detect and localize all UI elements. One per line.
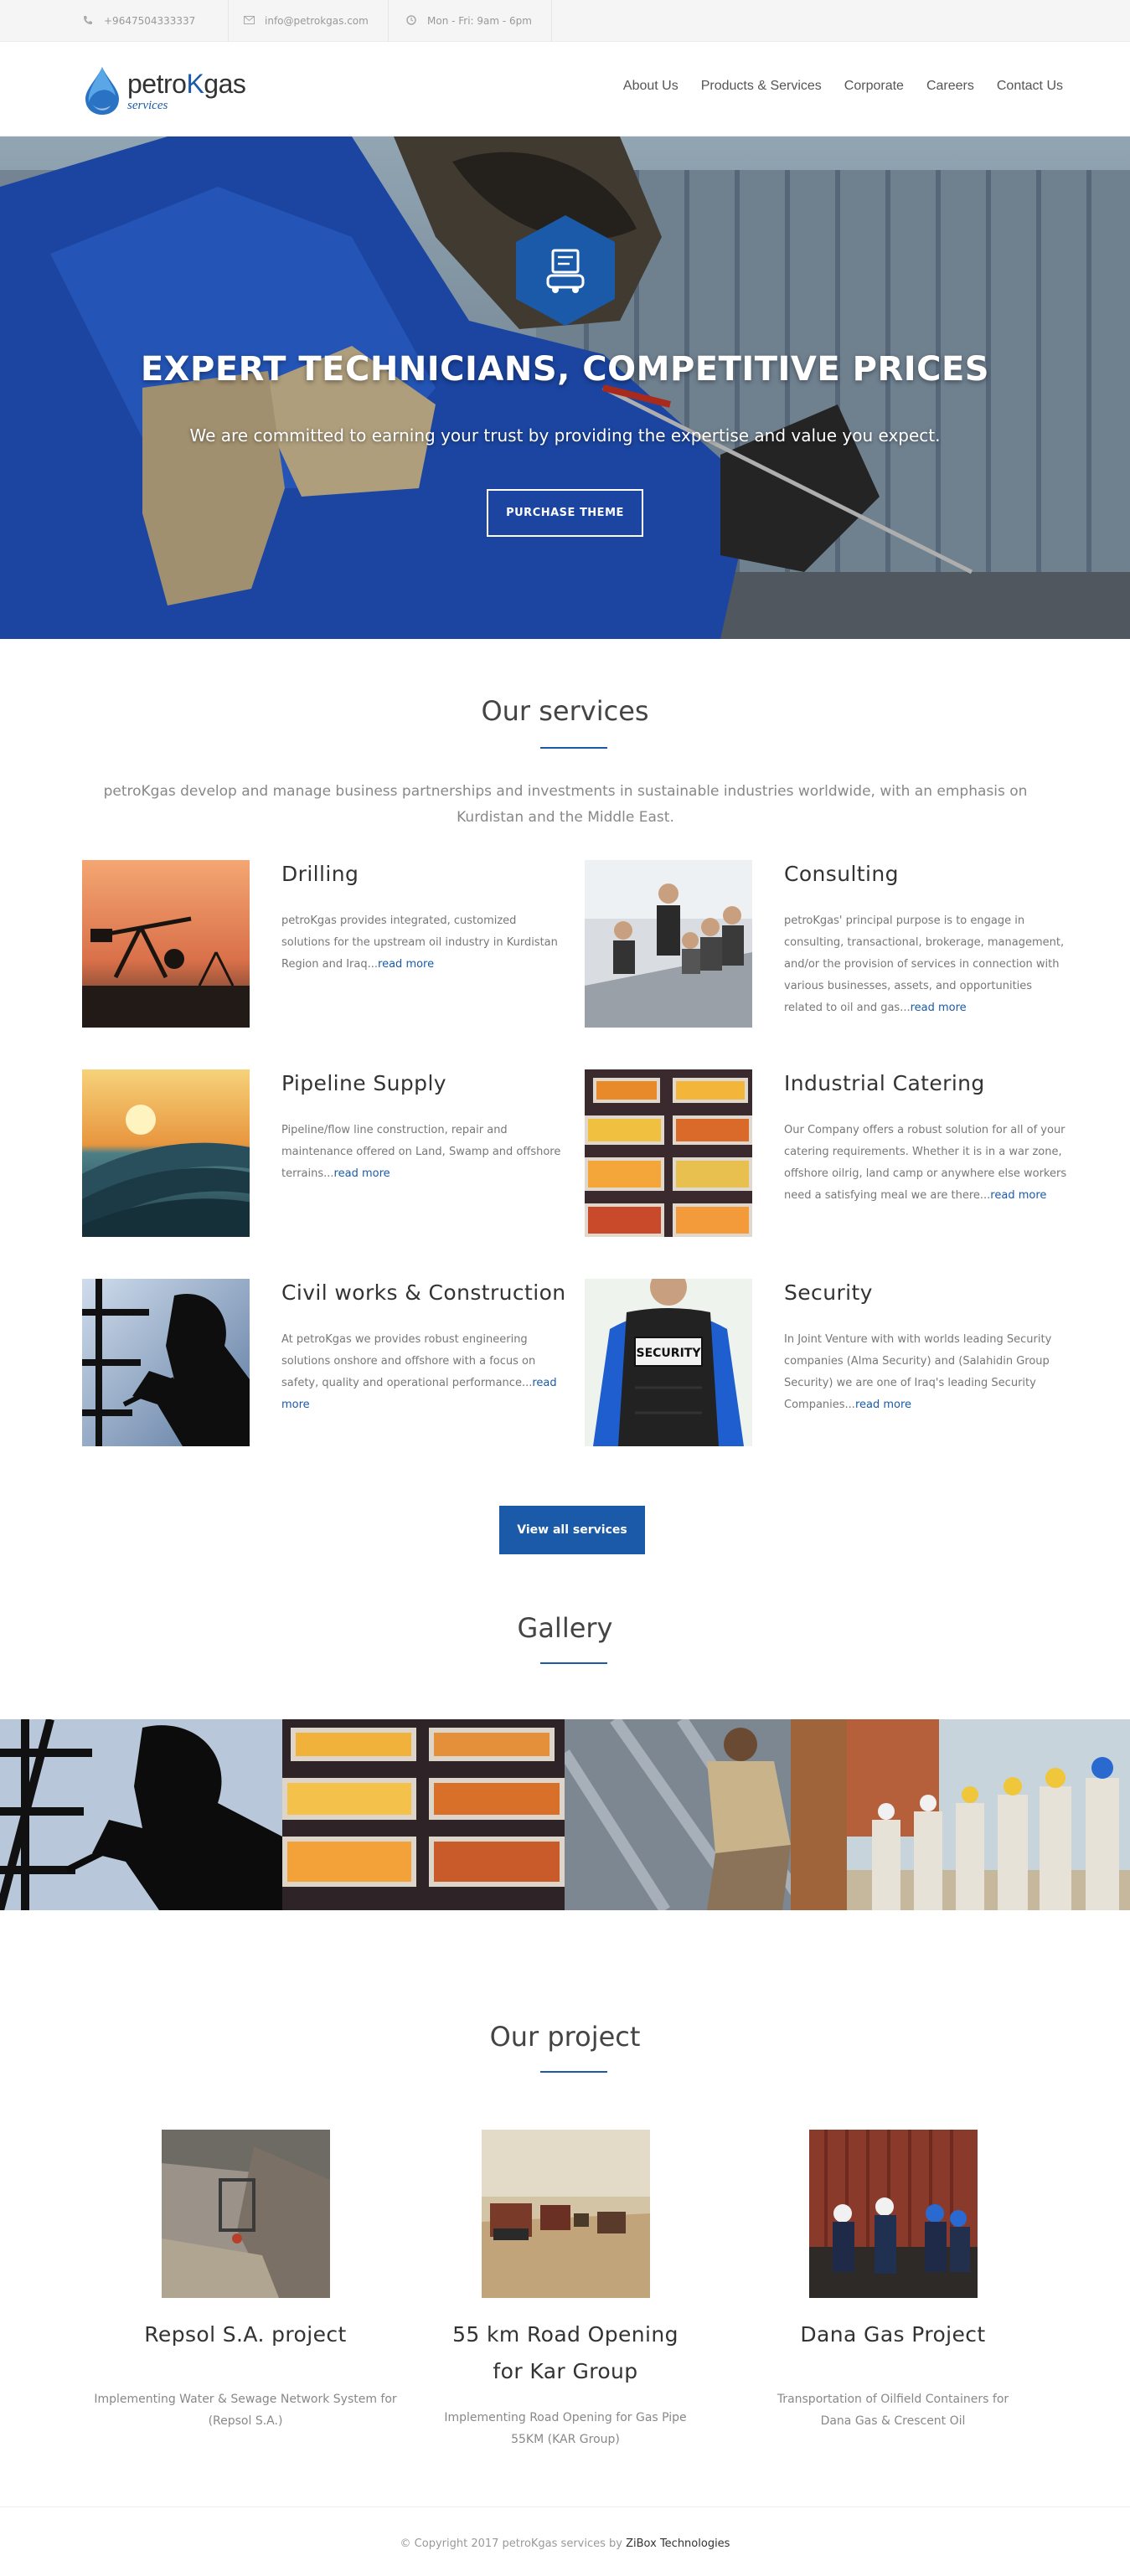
view-all-services-button[interactable]: View all services bbox=[499, 1506, 645, 1554]
service-desc: Pipeline/flow line construction, repair … bbox=[281, 1124, 561, 1180]
services-intro: petroKgas develop and manage business pa… bbox=[103, 783, 1028, 826]
project-kar-road: 55 km Road Opening for Kar Group Impleme… bbox=[402, 2130, 729, 2450]
pipeline-image[interactable] bbox=[82, 1069, 250, 1237]
hours-text: Mon - Fri: 9am - 6pm bbox=[427, 15, 532, 27]
project-desc: Implementing Water & Sewage Network Syst… bbox=[94, 2393, 397, 2428]
hero-title: EXPERT TECHNICIANS, COMPETITIVE PRICES bbox=[140, 350, 990, 389]
service-consulting: Consulting petroKgas' principal purpose … bbox=[585, 860, 1079, 1036]
read-more-link[interactable]: read more bbox=[911, 1002, 967, 1014]
security-badge-text: SECURITY bbox=[637, 1347, 702, 1360]
site-header: petroKgas services About Us Products & S… bbox=[0, 42, 1130, 137]
nav-about-us[interactable]: About Us bbox=[623, 79, 679, 94]
gallery-image-crew[interactable] bbox=[847, 1719, 1130, 1910]
project-title: Dana Gas Project bbox=[800, 2322, 986, 2347]
service-desc: In Joint Venture with with worlds leadin… bbox=[784, 1333, 1052, 1411]
read-more-link[interactable]: read more bbox=[334, 1167, 390, 1180]
read-more-link[interactable]: read more bbox=[378, 958, 434, 971]
service-title: Civil works & Construction bbox=[281, 1280, 566, 1305]
gallery-title-underline bbox=[540, 1662, 607, 1664]
service-title: Pipeline Supply bbox=[281, 1071, 446, 1095]
project-desc: Transportation of Oilfield Containers fo… bbox=[777, 2393, 1009, 2428]
top-bar: +9647504333337 info@petrokgas.com Mon - … bbox=[0, 0, 1130, 42]
gallery-strip bbox=[0, 1719, 1130, 1910]
clock-icon bbox=[405, 15, 417, 27]
service-industrial-catering: Industrial Catering Our Company offers a… bbox=[585, 1069, 1079, 1245]
project-repsol: Repsol S.A. project Implementing Water &… bbox=[82, 2130, 409, 2432]
dana-gas-project-image[interactable] bbox=[808, 2130, 978, 2298]
repsol-project-image[interactable] bbox=[161, 2130, 330, 2298]
service-desc: petroKgas' principal purpose is to engag… bbox=[784, 914, 1065, 1014]
phone-icon bbox=[82, 15, 94, 27]
service-security: SECURITY Security In Joint Venture with … bbox=[585, 1279, 1079, 1455]
service-pipeline-supply: Pipeline Supply Pipeline/flow line const… bbox=[82, 1069, 576, 1245]
nav-contact-us[interactable]: Contact Us bbox=[997, 79, 1063, 94]
gallery-title: Gallery bbox=[517, 1612, 613, 1644]
copyright-text: © Copyright 2017 petroKgas services by Z… bbox=[400, 2537, 730, 2550]
phone-text: +9647504333337 bbox=[104, 15, 196, 27]
drop-logo-icon bbox=[85, 67, 119, 115]
read-more-link[interactable]: read more bbox=[855, 1399, 911, 1411]
site-footer: © Copyright 2017 petroKgas services by Z… bbox=[0, 2506, 1130, 2576]
gallery-image-construction[interactable] bbox=[0, 1719, 282, 1910]
hero-subtitle: We are committed to earning your trust b… bbox=[189, 425, 941, 446]
service-civil-works: Civil works & Construction At petroKgas … bbox=[82, 1279, 576, 1455]
consulting-image[interactable] bbox=[585, 860, 752, 1028]
page: +9647504333337 info@petrokgas.com Mon - … bbox=[0, 0, 1130, 2576]
services-title-underline bbox=[540, 747, 607, 749]
service-desc: At petroKgas we provides robust engineer… bbox=[281, 1333, 557, 1411]
project-desc: Implementing Road Opening for Gas Pipe 5… bbox=[444, 2411, 687, 2446]
service-title: Consulting bbox=[784, 862, 899, 886]
project-title: 55 km Road Opening for Kar Group bbox=[452, 2322, 679, 2383]
services-title: Our services bbox=[481, 695, 649, 727]
kar-road-project-image[interactable] bbox=[481, 2130, 650, 2298]
logo-wordmark: petroKgas bbox=[127, 69, 246, 99]
topbar-email[interactable]: info@petrokgas.com bbox=[229, 0, 389, 42]
gallery-image-worker[interactable] bbox=[565, 1719, 847, 1910]
catering-image[interactable] bbox=[585, 1069, 752, 1237]
service-title: Drilling bbox=[281, 862, 359, 886]
nav-careers[interactable]: Careers bbox=[926, 79, 974, 94]
service-title: Security bbox=[784, 1280, 873, 1305]
topbar-phone[interactable]: +9647504333337 bbox=[82, 0, 229, 42]
civil-works-image[interactable] bbox=[82, 1279, 250, 1446]
envelope-icon bbox=[243, 15, 255, 27]
zibox-link[interactable]: ZiBox Technologies bbox=[626, 2537, 730, 2550]
service-desc: petroKgas provides integrated, customize… bbox=[281, 914, 558, 971]
project-dana-gas: Dana Gas Project Transportation of Oilfi… bbox=[730, 2130, 1056, 2432]
gallery-image-catering[interactable] bbox=[282, 1719, 565, 1910]
project-title: Repsol S.A. project bbox=[144, 2322, 347, 2347]
projects-title-underline bbox=[540, 2071, 607, 2073]
hero-hexagon-icon bbox=[516, 215, 615, 326]
security-image[interactable]: SECURITY bbox=[585, 1279, 752, 1446]
logo-tagline: services bbox=[127, 99, 168, 112]
email-text: info@petrokgas.com bbox=[265, 15, 369, 27]
nav-corporate[interactable]: Corporate bbox=[844, 79, 904, 94]
drilling-image[interactable] bbox=[82, 860, 250, 1028]
service-drilling: Drilling petroKgas provides integrated, … bbox=[82, 860, 576, 1036]
main-nav: About Us Products & Services Corporate C… bbox=[601, 79, 1063, 94]
nav-products-services[interactable]: Products & Services bbox=[701, 79, 822, 94]
purchase-theme-button[interactable]: PURCHASE THEME bbox=[487, 489, 643, 537]
service-desc: Our Company offers a robust solution for… bbox=[784, 1124, 1067, 1202]
service-title: Industrial Catering bbox=[784, 1071, 985, 1095]
brand-logo[interactable]: petroKgas services bbox=[82, 65, 266, 116]
projects-title: Our project bbox=[489, 2021, 641, 2053]
hero-banner: EXPERT TECHNICIANS, COMPETITIVE PRICES W… bbox=[0, 137, 1130, 639]
topbar-hours: Mon - Fri: 9am - 6pm bbox=[389, 0, 552, 42]
read-more-link[interactable]: read more bbox=[990, 1189, 1046, 1202]
